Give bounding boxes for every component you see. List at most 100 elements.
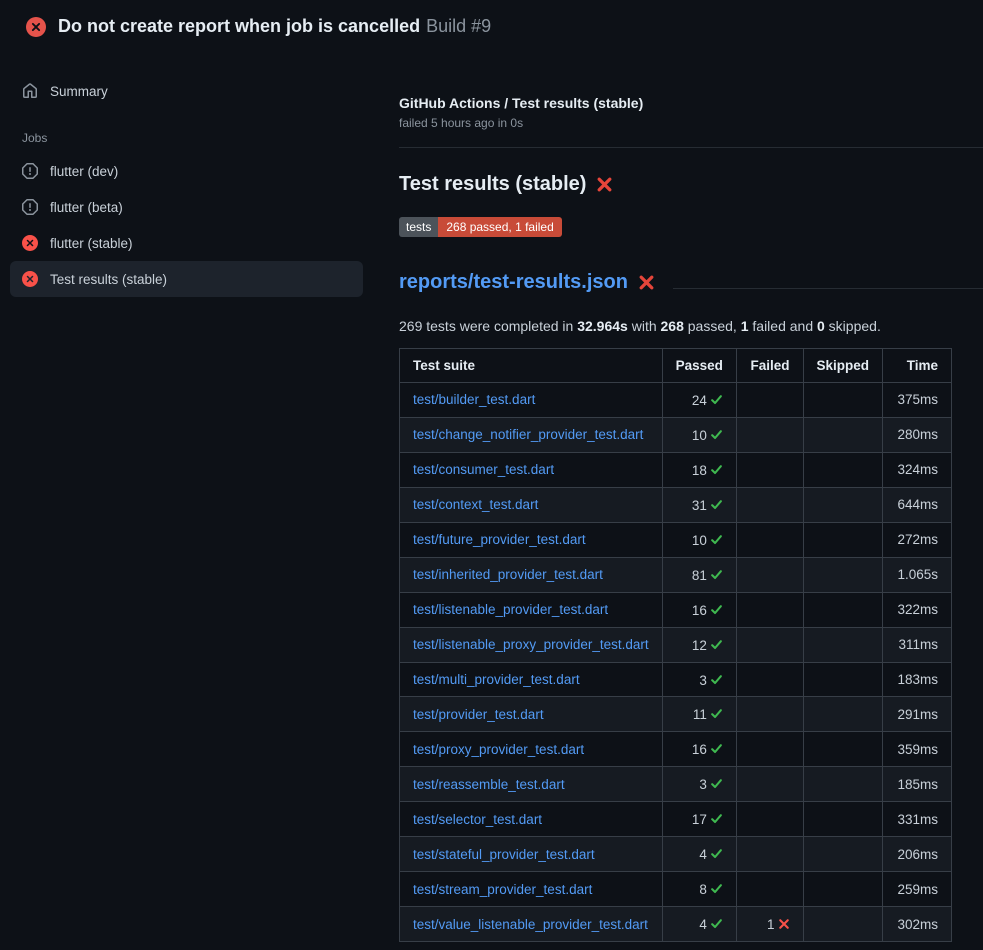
skipped-cell xyxy=(803,907,883,942)
fail-x-icon xyxy=(638,274,655,291)
summary-skipped-count: 0 xyxy=(817,318,825,334)
failed-cell xyxy=(736,872,803,907)
summary-failed-count: 1 xyxy=(741,318,749,334)
test-suite-link[interactable]: test/context_test.dart xyxy=(413,497,538,512)
table-row: test/listenable_provider_test.dart16322m… xyxy=(400,592,952,627)
test-suite-link[interactable]: test/consumer_test.dart xyxy=(413,462,554,477)
count-value: 18 xyxy=(692,463,707,478)
summary-text: 269 tests were completed in xyxy=(399,318,577,334)
passed-cell: 10 xyxy=(662,417,736,452)
check-icon xyxy=(710,847,723,860)
time-cell: 259ms xyxy=(883,872,952,907)
skipped-cell xyxy=(803,452,883,487)
test-suite-link[interactable]: test/multi_provider_test.dart xyxy=(413,672,580,687)
time-cell: 185ms xyxy=(883,767,952,802)
check-icon xyxy=(710,742,723,755)
x-icon xyxy=(778,918,790,930)
passed-cell: 81 xyxy=(662,557,736,592)
test-suite-link[interactable]: test/inherited_provider_test.dart xyxy=(413,567,603,582)
sidebar-jobs-list: flutter (dev) flutter (beta) flutter (stab… xyxy=(10,153,363,297)
test-suite-link[interactable]: test/provider_test.dart xyxy=(413,707,544,722)
skipped-cell xyxy=(803,383,883,418)
test-suite-cell: test/future_provider_test.dart xyxy=(400,522,663,557)
skipped-cell xyxy=(803,487,883,522)
sidebar-item-summary[interactable]: Summary xyxy=(10,73,363,109)
tests-badge: tests 268 passed, 1 failed xyxy=(399,217,562,237)
count-value: 81 xyxy=(692,568,707,583)
summary-duration: 32.964s xyxy=(577,318,628,334)
column-header-test-suite: Test suite xyxy=(400,349,663,383)
time-cell: 272ms xyxy=(883,522,952,557)
sidebar-job-item[interactable]: flutter (dev) xyxy=(10,153,363,189)
skipped-cell xyxy=(803,557,883,592)
results-table-body: test/builder_test.dart24375mstest/change… xyxy=(400,383,952,942)
table-row: test/inherited_provider_test.dart811.065… xyxy=(400,557,952,592)
time-cell: 359ms xyxy=(883,732,952,767)
table-row: test/selector_test.dart17331ms xyxy=(400,802,952,837)
check-icon xyxy=(710,777,723,790)
passed-cell: 17 xyxy=(662,802,736,837)
failed-cell xyxy=(736,417,803,452)
test-suite-link[interactable]: test/listenable_proxy_provider_test.dart xyxy=(413,637,649,652)
count-value: 3 xyxy=(699,777,707,792)
count-value: 24 xyxy=(692,393,707,408)
table-row: test/stream_provider_test.dart 8 259ms xyxy=(400,872,952,907)
column-header-passed: Passed xyxy=(662,349,736,383)
test-suite-cell: test/listenable_provider_test.dart xyxy=(400,592,663,627)
time-cell: 324ms xyxy=(883,452,952,487)
count-value: 4 xyxy=(699,917,707,932)
check-icon xyxy=(710,638,723,651)
test-suite-link[interactable]: test/builder_test.dart xyxy=(413,392,535,407)
passed-cell: 16 xyxy=(662,592,736,627)
test-suite-link[interactable]: test/selector_test.dart xyxy=(413,812,542,827)
test-suite-link[interactable]: test/listenable_provider_test.dart xyxy=(413,602,608,617)
failed-cell xyxy=(736,767,803,802)
sidebar-job-item[interactable]: flutter (stable) xyxy=(10,225,363,261)
home-icon xyxy=(22,83,38,99)
test-suite-cell: test/builder_test.dart xyxy=(400,383,663,418)
table-row: test/reassemble_test.dart 3 185ms xyxy=(400,767,952,802)
results-table: Test suite Passed Failed Skipped Time te… xyxy=(399,348,952,942)
test-suite-link[interactable]: test/proxy_provider_test.dart xyxy=(413,742,584,757)
count-value: 16 xyxy=(692,742,707,757)
cancelled-stop-icon xyxy=(22,163,38,179)
failed-cell xyxy=(736,697,803,732)
table-row: test/multi_provider_test.dart3183ms xyxy=(400,662,952,697)
x-circle-fail-icon xyxy=(26,17,46,37)
failed-cell xyxy=(736,592,803,627)
test-suite-link[interactable]: test/future_provider_test.dart xyxy=(413,532,586,547)
failed-cell xyxy=(736,452,803,487)
test-suite-link[interactable]: test/value_listenable_provider_test.dart xyxy=(413,917,648,932)
failed-cell xyxy=(736,383,803,418)
check-icon xyxy=(710,603,723,616)
passed-cell: 31 xyxy=(662,487,736,522)
time-cell: 644ms xyxy=(883,487,952,522)
sidebar: Summary Jobs flutter (dev) flutter (beta)… xyxy=(0,51,399,297)
check-icon xyxy=(710,882,723,895)
test-suite-link[interactable]: test/reassemble_test.dart xyxy=(413,777,565,792)
skipped-cell xyxy=(803,732,883,767)
check-icon xyxy=(710,917,723,930)
check-icon xyxy=(710,812,723,825)
divider xyxy=(399,147,983,148)
sidebar-job-label: flutter (beta) xyxy=(50,200,123,215)
skipped-cell xyxy=(803,627,883,662)
passed-cell: 10 xyxy=(662,522,736,557)
run-meta: failed 5 hours ago in 0s xyxy=(399,116,983,130)
summary-text: skipped. xyxy=(825,318,881,334)
badge-value: 268 passed, 1 failed xyxy=(438,217,561,237)
test-suite-link[interactable]: test/change_notifier_provider_test.dart xyxy=(413,427,643,442)
report-file-link[interactable]: reports/test-results.json xyxy=(399,271,628,294)
passed-cell: 8 xyxy=(662,872,736,907)
skipped-cell xyxy=(803,592,883,627)
count-value: 4 xyxy=(699,847,707,862)
sidebar-job-item[interactable]: Test results (stable) xyxy=(10,261,363,297)
jobs-section-label: Jobs xyxy=(22,131,363,145)
test-suite-link[interactable]: test/stateful_provider_test.dart xyxy=(413,847,595,862)
sidebar-job-item[interactable]: flutter (beta) xyxy=(10,189,363,225)
test-suite-link[interactable]: test/stream_provider_test.dart xyxy=(413,882,592,897)
x-circle-fail-icon xyxy=(22,271,38,287)
summary-text: with xyxy=(628,318,661,334)
skipped-cell xyxy=(803,662,883,697)
check-icon xyxy=(710,393,723,406)
